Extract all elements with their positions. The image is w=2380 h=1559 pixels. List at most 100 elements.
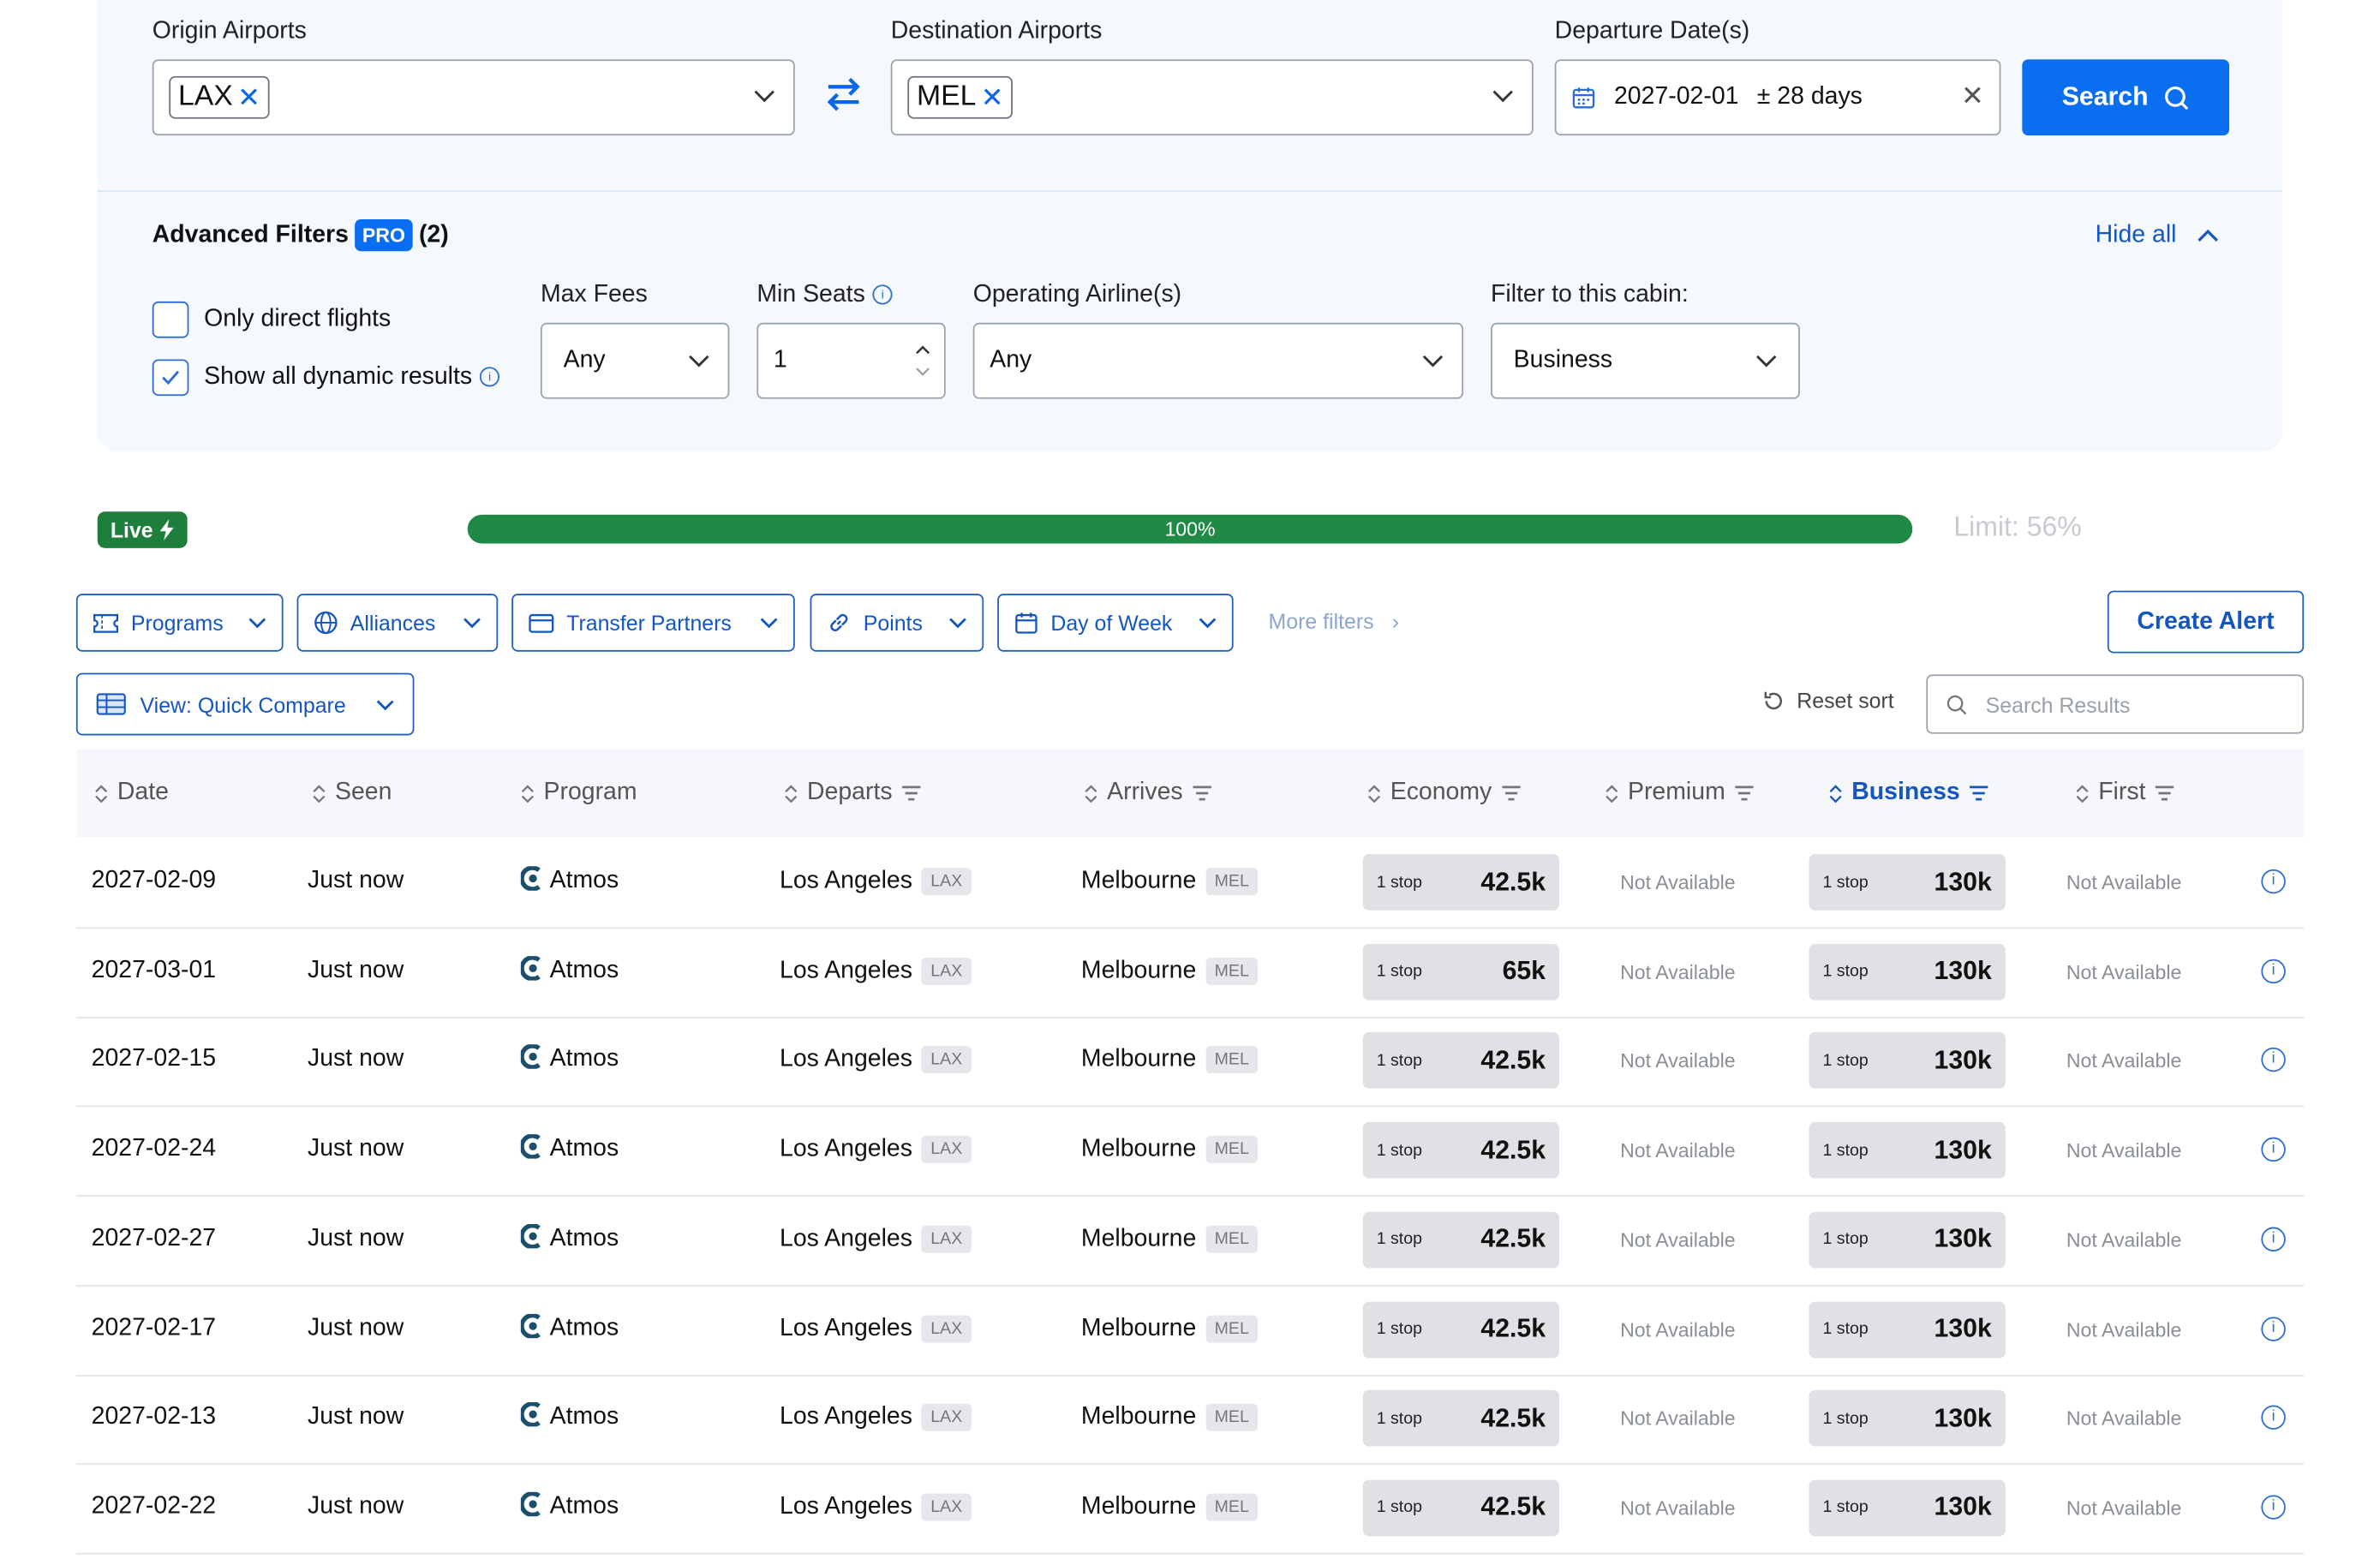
- table-row[interactable]: 2027-02-09 Just now Atmos Los Angeles LAX Mel…: [75, 838, 2305, 929]
- info-icon[interactable]: i: [2261, 1227, 2286, 1251]
- filter-icon[interactable]: [1192, 785, 1211, 801]
- origin-chip[interactable]: LAX ✕: [169, 75, 270, 119]
- programs-filter-button[interactable]: Programs: [75, 594, 284, 652]
- column-header-business[interactable]: Business: [1829, 780, 1989, 807]
- more-filters-link[interactable]: More filters ›: [1269, 609, 1399, 633]
- dynamic-results-row: Show all dynamic results i: [204, 364, 500, 391]
- info-icon[interactable]: i: [2261, 959, 2286, 983]
- search-button[interactable]: Search: [2022, 59, 2230, 136]
- table-row[interactable]: 2027-02-27 Just now Atmos Los Angeles LAX Mel…: [75, 1195, 2305, 1287]
- column-header-arrives[interactable]: Arrives: [1084, 780, 1211, 807]
- economy-fare-pill[interactable]: 1 stop 42.5k: [1362, 854, 1560, 911]
- stepper-arrows-icon[interactable]: [913, 343, 931, 379]
- filter-icon[interactable]: [2155, 785, 2174, 801]
- economy-fare-pill[interactable]: 1 stop 42.5k: [1362, 1300, 1560, 1358]
- atmos-logo-icon: [520, 1134, 541, 1159]
- column-header-economy[interactable]: Economy: [1367, 780, 1521, 807]
- economy-fare-pill[interactable]: 1 stop 42.5k: [1362, 1390, 1560, 1447]
- filter-icon[interactable]: [1969, 785, 1988, 801]
- sort-icon[interactable]: [1367, 783, 1381, 803]
- business-fare-pill[interactable]: 1 stop 130k: [1809, 1390, 2006, 1447]
- column-header-date[interactable]: Date: [94, 780, 169, 807]
- create-alert-button[interactable]: Create Alert: [2107, 590, 2305, 654]
- cabin-filter-select[interactable]: Business: [1491, 322, 1800, 399]
- close-icon[interactable]: ✕: [237, 81, 260, 113]
- stop-count: 1 stop: [1376, 1498, 1422, 1517]
- column-header-departs[interactable]: Departs: [784, 780, 921, 807]
- business-fare-pill[interactable]: 1 stop 130k: [1809, 1479, 2006, 1537]
- departure-city: Los Angeles: [780, 1136, 912, 1162]
- sort-icon[interactable]: [94, 783, 108, 803]
- column-header-first[interactable]: First: [2076, 780, 2175, 807]
- business-fare-pill[interactable]: 1 stop 130k: [1809, 1300, 2006, 1358]
- sort-icon[interactable]: [1829, 783, 1843, 803]
- transfer-partners-filter-button[interactable]: Transfer Partners: [511, 594, 795, 652]
- business-fare-pill[interactable]: 1 stop 130k: [1809, 854, 2006, 911]
- table-row[interactable]: 2027-02-17 Just now Atmos Los Angeles LAX Mel…: [75, 1284, 2305, 1376]
- business-fare-pill[interactable]: 1 stop 130k: [1809, 1032, 2006, 1090]
- sort-icon[interactable]: [521, 783, 535, 803]
- sort-icon[interactable]: [784, 783, 798, 803]
- column-header-program[interactable]: Program: [521, 780, 637, 807]
- transfer-partners-filter-label: Transfer Partners: [566, 610, 732, 636]
- close-icon[interactable]: ✕: [981, 81, 1004, 113]
- economy-fare-pill[interactable]: 1 stop 42.5k: [1362, 1122, 1560, 1179]
- table-row[interactable]: 2027-02-22 Just now Atmos Los Angeles LAX Mel…: [75, 1463, 2305, 1555]
- reset-sort-button[interactable]: Reset sort: [1761, 688, 1894, 713]
- destination-chip[interactable]: MEL ✕: [907, 75, 1014, 119]
- stop-count: 1 stop: [1822, 962, 1869, 981]
- destination-airports-field[interactable]: MEL ✕: [890, 59, 1534, 136]
- info-icon[interactable]: i: [872, 284, 893, 305]
- economy-fare-pill[interactable]: 1 stop 42.5k: [1362, 1479, 1560, 1537]
- max-fees-select[interactable]: Any: [540, 322, 730, 399]
- check-icon: [162, 370, 180, 385]
- filter-icon[interactable]: [1734, 785, 1754, 801]
- search-results-input[interactable]: Search Results: [1926, 674, 2305, 734]
- airport-code-badge: LAX: [921, 1046, 972, 1074]
- swap-icon[interactable]: [824, 75, 864, 114]
- business-fare-pill[interactable]: 1 stop 130k: [1809, 943, 2006, 1001]
- table-row[interactable]: 2027-02-13 Just now Atmos Los Angeles LAX Mel…: [75, 1374, 2305, 1466]
- column-header-premium[interactable]: Premium: [1605, 780, 1754, 807]
- departure-date-field[interactable]: 2027-02-01 ± 28 days ✕: [1554, 59, 2001, 136]
- operating-airline-select[interactable]: Any: [972, 322, 1464, 399]
- economy-fare-pill[interactable]: 1 stop 65k: [1362, 943, 1560, 1001]
- business-fare-pill[interactable]: 1 stop 130k: [1809, 1211, 2006, 1269]
- sort-icon[interactable]: [1605, 783, 1618, 803]
- hide-all-toggle[interactable]: Hide all: [2096, 222, 2220, 249]
- sort-icon[interactable]: [2076, 783, 2090, 803]
- info-icon[interactable]: i: [2261, 1316, 2286, 1341]
- program-name: Atmos: [549, 1314, 619, 1341]
- sort-icon[interactable]: [312, 783, 326, 803]
- info-icon[interactable]: i: [2261, 1137, 2286, 1162]
- sort-icon[interactable]: [1084, 783, 1097, 803]
- origin-airports-field[interactable]: LAX ✕: [152, 59, 795, 136]
- info-icon[interactable]: i: [2261, 1495, 2286, 1520]
- info-icon[interactable]: i: [2261, 1405, 2286, 1431]
- min-seats-stepper[interactable]: 1: [756, 322, 946, 399]
- economy-fare-pill[interactable]: 1 stop 42.5k: [1362, 1032, 1560, 1090]
- business-fare-pill[interactable]: 1 stop 130k: [1809, 1122, 2006, 1179]
- table-row[interactable]: 2027-03-01 Just now Atmos Los Angeles LAX Mel…: [75, 927, 2305, 1018]
- day-of-week-filter-button[interactable]: Day of Week: [997, 594, 1234, 652]
- direct-flights-checkbox[interactable]: [152, 301, 189, 338]
- program-name: Atmos: [549, 957, 619, 983]
- economy-fare-pill[interactable]: 1 stop 42.5k: [1362, 1211, 1560, 1269]
- departure-city: Los Angeles: [780, 957, 912, 984]
- close-icon[interactable]: ✕: [1961, 81, 1984, 112]
- filter-count: (2): [418, 221, 449, 248]
- chevron-down-icon[interactable]: [754, 88, 775, 104]
- table-row[interactable]: 2027-02-15 Just now Atmos Los Angeles LAX Mel…: [75, 1016, 2305, 1108]
- filter-icon[interactable]: [1501, 785, 1521, 801]
- chevron-down-icon[interactable]: [1492, 88, 1514, 104]
- info-icon[interactable]: i: [2261, 1048, 2286, 1072]
- view-select-button[interactable]: View: Quick Compare: [75, 672, 415, 736]
- filter-icon[interactable]: [901, 785, 921, 801]
- alliances-filter-button[interactable]: Alliances: [296, 594, 499, 652]
- table-row[interactable]: 2027-02-24 Just now Atmos Los Angeles LAX Mel…: [75, 1106, 2305, 1198]
- info-icon[interactable]: i: [480, 367, 500, 387]
- info-icon[interactable]: i: [2261, 869, 2286, 894]
- dynamic-results-checkbox[interactable]: [152, 359, 189, 397]
- column-header-seen[interactable]: Seen: [312, 780, 392, 807]
- points-filter-button[interactable]: Points: [810, 594, 984, 652]
